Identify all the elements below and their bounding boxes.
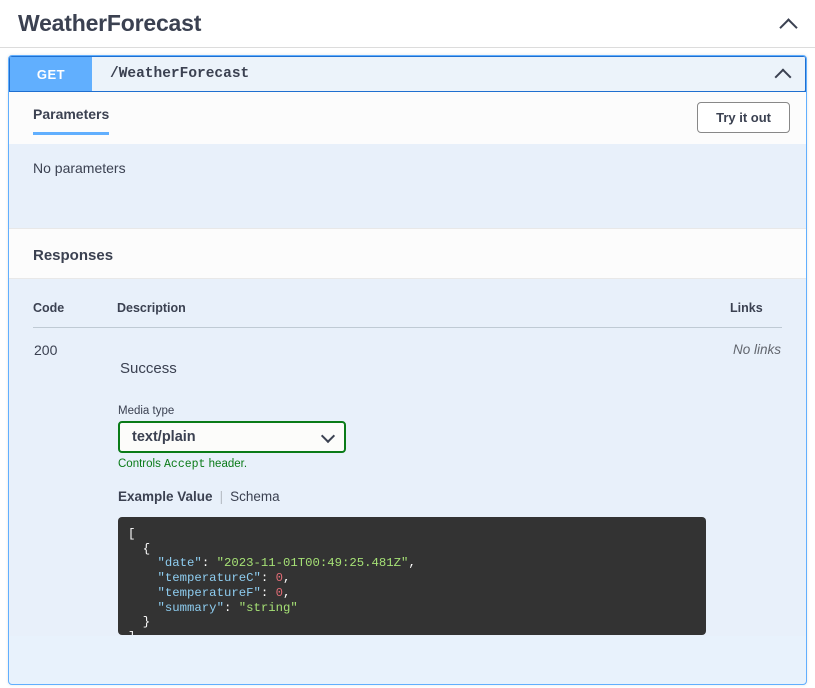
table-row: 200 Success Media type text/plain Contro… (33, 328, 782, 637)
parameters-section-header: Parameters Try it out (9, 92, 806, 144)
operation-block-get-weatherforecast: GET /WeatherForecast Parameters Try it o… (8, 55, 807, 685)
try-it-out-button[interactable]: Try it out (697, 102, 790, 133)
responses-table: Code Description Links 200 Success Media… (33, 301, 782, 636)
column-header-code: Code (33, 301, 117, 328)
example-schema-tabs: Example Value | Schema (118, 489, 729, 504)
tab-parameters[interactable]: Parameters (33, 106, 110, 135)
tab-divider: | (219, 489, 224, 504)
example-value-code-block[interactable]: [ { "date": "2023-11-01T00:49:25.481Z", … (118, 517, 706, 635)
parameters-empty-message: No parameters (9, 144, 806, 228)
column-header-description: Description (117, 301, 731, 328)
response-code: 200 (34, 342, 58, 358)
media-type-value: text/plain (132, 429, 196, 445)
response-description: Success (120, 360, 177, 377)
tab-schema[interactable]: Schema (230, 489, 280, 504)
column-header-links: Links (730, 301, 782, 328)
responses-table-wrap: Code Description Links 200 Success Media… (9, 279, 806, 636)
media-type-select[interactable]: text/plain (118, 421, 346, 453)
page-title: WeatherForecast (18, 10, 202, 36)
hint-accept-keyword: Accept (164, 458, 206, 471)
chevron-down-icon (322, 431, 334, 443)
tag-header[interactable]: WeatherForecast (0, 0, 815, 48)
chevron-up-icon (775, 65, 793, 83)
hint-prefix: Controls (118, 458, 165, 470)
swagger-ui-page: WeatherForecast GET /WeatherForecast Par… (0, 0, 815, 688)
media-type-label: Media type (118, 405, 175, 417)
tab-example-value[interactable]: Example Value (118, 489, 213, 504)
response-description-cell: Success Media type text/plain Controls A… (117, 328, 730, 637)
hint-suffix: header. (205, 458, 248, 470)
responses-heading: Responses (9, 228, 806, 279)
chevron-up-icon[interactable] (779, 14, 799, 34)
operation-collapse-toggle[interactable] (775, 57, 805, 91)
operation-summary[interactable]: GET /WeatherForecast (9, 56, 806, 93)
accept-header-hint: Controls Accept header. (118, 458, 729, 471)
response-links: No links (732, 342, 781, 357)
table-header-row: Code Description Links (33, 301, 782, 328)
operation-path: /WeatherForecast (110, 66, 250, 82)
http-method-badge: GET (10, 57, 92, 91)
